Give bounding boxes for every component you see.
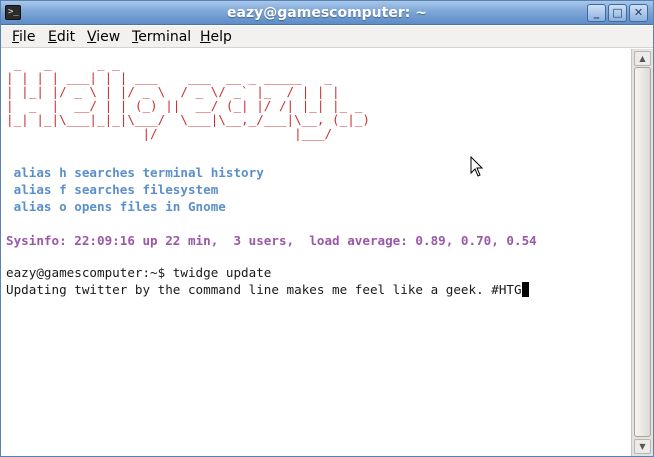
maximize-button[interactable]: □ [608,4,627,22]
vertical-scrollbar[interactable]: ▲ ▼ [631,49,653,456]
command-output-line: Updating twitter by the command line mak… [6,282,529,298]
arrow-up-icon: ▲ [639,54,646,63]
close-button[interactable]: ✕ [629,4,648,22]
output-text: Updating twitter by the command line mak… [6,282,522,297]
window-title: eazy@gamescomputer: ~ [227,5,427,21]
minimize-button[interactable]: _ [587,4,606,22]
menu-terminal[interactable]: Terminal [129,26,194,48]
maximize-icon: □ [612,6,623,19]
scroll-up-button[interactable]: ▲ [634,51,651,66]
mouse-pointer-icon [470,156,484,177]
scroll-thumb[interactable] [634,67,651,437]
arrow-down-icon: ▼ [639,442,646,451]
menu-file[interactable]: File [9,26,38,48]
terminal-output-area[interactable]: _ _ _ _ | | | | ___| | | ___ ___ __ _ __… [1,49,631,456]
terminal-window: >_ eazy@gamescomputer: ~ _ □ ✕ File Edit… [0,0,654,457]
close-icon: ✕ [633,6,644,19]
minimize-icon: _ [593,6,600,19]
menu-help[interactable]: Help [197,26,235,48]
menu-view[interactable]: View [84,26,123,48]
text-cursor [521,282,529,297]
command-prompt-line: eazy@gamescomputer:~$ twidge update [6,265,272,280]
hello-eazy-ascii-banner: _ _ _ _ | | | | ___| | | ___ ___ __ _ __… [6,56,370,141]
scroll-down-button[interactable]: ▼ [634,439,651,454]
title-bar[interactable]: >_ eazy@gamescomputer: ~ _ □ ✕ [1,1,653,25]
alias-line-o: alias o opens files in Gnome [6,199,226,214]
alias-line-h: alias h searches terminal history [6,165,264,180]
menu-bar: File Edit View Terminal Help [1,26,653,48]
sysinfo-line: Sysinfo: 22:09:16 up 22 min, 3 users, lo… [6,233,537,248]
menu-edit[interactable]: Edit [45,26,78,48]
alias-line-f: alias f searches filesystem [6,182,219,197]
window-controls: _ □ ✕ [585,4,648,22]
